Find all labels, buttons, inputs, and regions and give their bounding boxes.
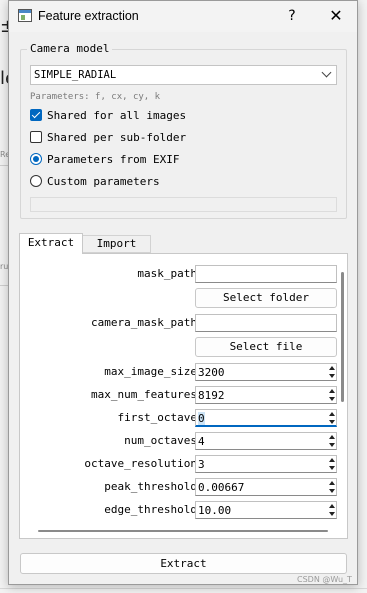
field-value: 4 <box>198 435 205 448</box>
max-image-size-label: max_image_size <box>104 365 197 378</box>
edge-threshold-label: edge_threshold <box>104 503 197 516</box>
field-value: 3 <box>198 458 205 471</box>
help-button[interactable]: ? <box>281 6 303 26</box>
radio-label: Custom parameters <box>47 175 160 188</box>
spinner-arrows-icon[interactable] <box>328 410 336 426</box>
background-divider <box>0 165 8 166</box>
select-folder-button[interactable]: Select folder <box>195 288 337 308</box>
checkbox-label: Shared per sub-folder <box>47 131 187 144</box>
spinner-arrows-icon[interactable] <box>328 387 336 403</box>
checkbox-label: Shared for all images <box>47 109 187 122</box>
camera-mask-path-label: camera_mask_path <box>91 316 197 329</box>
spinner-arrows-icon[interactable] <box>328 433 336 449</box>
field-value: 3200 <box>198 366 225 379</box>
max-image-size-spinbox[interactable]: 3200 <box>195 363 337 381</box>
max-num-features-label: max_num_features <box>91 388 197 401</box>
radio-selected-icon <box>30 153 42 165</box>
peak-threshold-spinbox[interactable]: 0.00667 <box>195 478 337 496</box>
field-value: 0.00667 <box>198 481 245 494</box>
num-octaves-spinbox[interactable]: 4 <box>195 432 337 450</box>
extract-options-panel: mask_path Select folder camera_mask_path… <box>19 253 348 539</box>
camera-params-hint: Parameters: f, cx, cy, k <box>30 92 161 102</box>
octave-resolution-spinbox[interactable]: 3 <box>195 455 337 473</box>
mask-path-label: mask_path <box>137 267 197 280</box>
checkbox-checked-icon <box>30 109 42 121</box>
tab-extract[interactable]: Extract <box>19 233 83 254</box>
select-file-button[interactable]: Select file <box>195 337 337 357</box>
checkbox-unchecked-icon <box>30 131 42 143</box>
camera-model-group-title: Camera model <box>27 42 113 55</box>
tab-import[interactable]: Import <box>83 235 151 253</box>
spinner-arrows-icon[interactable] <box>328 502 336 518</box>
first-octave-label: first_octave <box>117 411 197 424</box>
background-divider <box>0 285 8 286</box>
chevron-down-icon <box>321 67 332 78</box>
spinner-arrows-icon[interactable] <box>328 364 336 380</box>
spinner-arrows-icon[interactable] <box>328 479 336 495</box>
mask-path-input[interactable] <box>195 265 337 283</box>
background-divider <box>0 588 367 589</box>
radio-unselected-icon <box>30 175 42 187</box>
camera-model-selected-value: SIMPLE_RADIAL <box>34 69 117 81</box>
dialog-title: Feature extraction <box>38 9 139 23</box>
camera-mask-path-input[interactable] <box>195 314 337 332</box>
app-window-icon <box>18 9 32 22</box>
first-octave-spinbox[interactable]: 0 <box>195 409 337 427</box>
camera-model-select[interactable]: SIMPLE_RADIAL <box>30 65 337 85</box>
radio-label: Parameters from EXIF <box>47 153 180 166</box>
vertical-scrollbar[interactable] <box>341 272 344 402</box>
octave-resolution-label: octave_resolution <box>84 457 197 470</box>
num-octaves-label: num_octaves <box>124 434 197 447</box>
field-value: 10.00 <box>198 504 232 517</box>
extract-button[interactable]: Extract <box>20 553 347 574</box>
close-button[interactable]: ✕ <box>324 6 348 26</box>
peak-threshold-label: peak_threshold <box>104 480 197 493</box>
edge-threshold-spinbox[interactable]: 10.00 <box>195 501 337 519</box>
title-bar[interactable]: Feature extraction ? ✕ <box>9 1 357 32</box>
spinner-arrows-icon[interactable] <box>328 456 336 472</box>
watermark: CSDN @Wu_T <box>297 575 352 584</box>
field-value: 0 <box>198 412 205 425</box>
field-value: 8192 <box>198 389 225 402</box>
max-num-features-spinbox[interactable]: 8192 <box>195 386 337 404</box>
feature-extraction-dialog: Feature extraction ? ✕ Camera model SIMP… <box>8 0 358 585</box>
horizontal-scrollbar[interactable] <box>38 530 328 532</box>
custom-parameters-field <box>30 197 337 212</box>
